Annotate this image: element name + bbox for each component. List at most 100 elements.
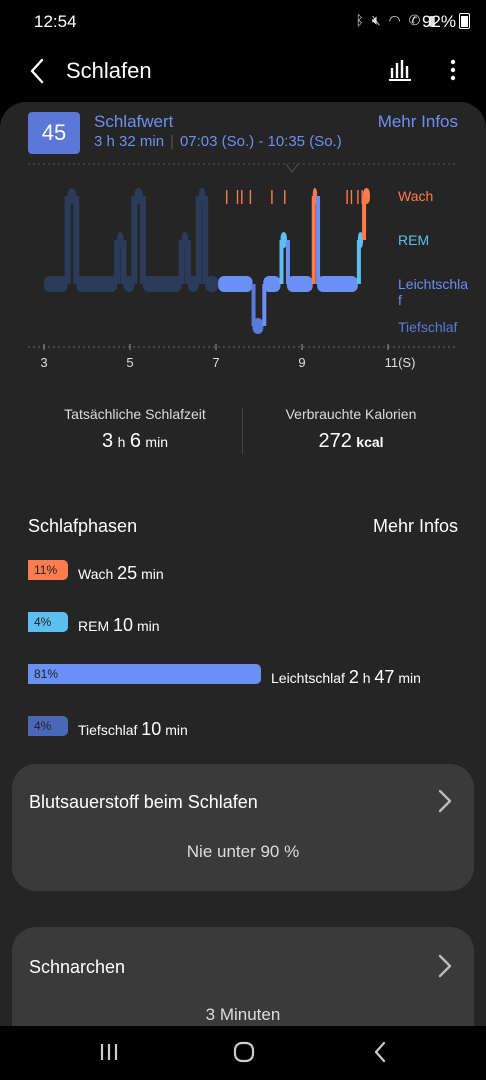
blood-oxygen-value: Nie unter 90 % bbox=[186, 842, 300, 861]
recents-button[interactable] bbox=[89, 1038, 129, 1068]
sleep-phases-title: Schlafphasen bbox=[28, 516, 138, 536]
snoring-title: Schnarchen bbox=[29, 957, 126, 977]
chart-legend: Wach REM Leichtschlaf Tiefschlaf bbox=[398, 188, 468, 335]
history-segment bbox=[76, 276, 118, 292]
chart-pointer bbox=[285, 163, 299, 173]
phases-more-info-link[interactable]: Mehr Infos bbox=[373, 516, 458, 537]
separator: | bbox=[170, 133, 174, 150]
calories-number: 272 bbox=[318, 430, 352, 452]
phase-row-rem: 4% REM 10 min bbox=[28, 612, 458, 636]
minutes-unit: min bbox=[145, 434, 168, 450]
phase-bar: 81% bbox=[28, 664, 261, 684]
sleep-duration: 3 h 32 min bbox=[94, 133, 165, 150]
legend-label-tiefschlaf: Tiefschlaf bbox=[398, 319, 458, 335]
phase-percent: 4% bbox=[34, 615, 52, 629]
phase-duration-value: 47 bbox=[374, 667, 395, 687]
actual-sleep-minutes: 6 bbox=[129, 430, 141, 452]
actual-sleep-hours: 3 bbox=[102, 430, 114, 452]
blood-oxygen-title: Blutsauerstoff beim Schlafen bbox=[29, 792, 258, 812]
chart-grid bbox=[28, 163, 458, 348]
chevron-left-icon bbox=[30, 58, 44, 84]
status-bar: 12:54 ᛒ 🔇︎ ◠ ✆ ▮ 92% bbox=[0, 0, 486, 44]
phase-duration-value: 25 bbox=[117, 563, 138, 583]
phase-duration-unit: min bbox=[136, 618, 160, 634]
calories-value: 272 kcal bbox=[244, 430, 458, 453]
phase-name: Leichtschlaf bbox=[271, 670, 345, 686]
more-vertical-icon bbox=[450, 59, 456, 81]
phase-label: Leichtschlaf 2 h 47 min bbox=[271, 667, 421, 688]
legend-label-wach: Wach bbox=[398, 188, 433, 204]
sleep-detail-sheet: 45 Schlafwert 3 h 32 min | 07:03 (So.) - 1… bbox=[0, 102, 486, 1026]
phase-duration-value: 2 bbox=[348, 667, 359, 687]
blood-oxygen-card[interactable]: Blutsauerstoff beim Schlafen Nie unter 9… bbox=[12, 764, 474, 891]
home-button[interactable] bbox=[224, 1038, 264, 1068]
phase-name: REM bbox=[78, 618, 110, 634]
snoring-card[interactable]: Schnarchen 3 Minuten bbox=[12, 927, 474, 1026]
back-button[interactable] bbox=[22, 54, 56, 88]
hours-unit: h bbox=[117, 434, 126, 450]
calories-stat: Verbrauchte Kalorien 272 kcal bbox=[244, 406, 458, 453]
stat-divider bbox=[242, 408, 243, 454]
app-bar: Schlafen bbox=[0, 44, 486, 100]
battery-percent: 92% bbox=[421, 12, 456, 31]
chart-segments bbox=[218, 188, 370, 334]
trends-button[interactable] bbox=[386, 56, 414, 84]
back-icon bbox=[374, 1041, 386, 1063]
x-tick-label: 7 bbox=[212, 355, 219, 370]
phase-duration-unit: min bbox=[398, 670, 421, 686]
chart-history-shadow bbox=[44, 188, 219, 292]
phase-row-tiefschlaf: 4% Tiefschlaf 10 min bbox=[28, 716, 458, 740]
chart-wake-ticks bbox=[226, 190, 363, 204]
score-more-info-link[interactable]: Mehr Infos bbox=[378, 112, 458, 132]
phase-duration-value: 10 bbox=[141, 719, 162, 739]
wifi-call-icon: ✆ bbox=[408, 12, 423, 28]
phase-duration-unit: h bbox=[362, 670, 371, 686]
phase-bar: 11% bbox=[28, 560, 68, 580]
chevron-right-icon bbox=[438, 789, 452, 813]
status-time: 12:54 bbox=[34, 12, 77, 31]
battery-indicator: 92% bbox=[422, 12, 470, 32]
phase-label: Wach 25 min bbox=[78, 563, 164, 584]
phase-percent: 81% bbox=[34, 667, 59, 681]
bar-chart-icon bbox=[389, 60, 411, 81]
sleep-score-badge: 45 bbox=[28, 112, 80, 154]
snoring-value: 3 Minuten bbox=[205, 1005, 281, 1024]
phase-name: Wach bbox=[78, 566, 114, 582]
history-segment bbox=[44, 276, 68, 292]
wifi-icon: ◠ bbox=[388, 12, 403, 28]
battery-icon bbox=[459, 13, 470, 29]
phase-label: Tiefschlaf 10 min bbox=[78, 719, 188, 740]
sleep-time-range: 07:03 (So.) - 10:35 (So.) bbox=[179, 133, 342, 150]
actual-sleep-label: Tatsächliche Schlafzeit bbox=[64, 406, 206, 422]
phase-name: Tiefschlaf bbox=[78, 722, 138, 738]
x-tick-label: 5 bbox=[126, 355, 133, 370]
phase-duration-unit: min bbox=[141, 566, 164, 582]
sleep-stage-chart[interactable]: 3 5 7 9 11(S) Wach REM Leichtschlaf Tiefschlaf bbox=[0, 154, 486, 424]
home-icon bbox=[233, 1041, 255, 1063]
actual-sleep-value: 3 h 6 min bbox=[28, 430, 242, 453]
calories-unit: kcal bbox=[356, 434, 384, 450]
x-tick-label: 3 bbox=[40, 355, 47, 370]
actual-sleep-stat: Tatsächliche Schlafzeit 3 h 6 min bbox=[28, 406, 242, 453]
phase-label: REM 10 min bbox=[78, 615, 160, 636]
phase-row-leichtschlaf: 81% Leichtschlaf 2 h 47 min bbox=[28, 664, 458, 688]
page-title: Schlafen bbox=[66, 58, 152, 83]
legend-label-leichtschlaf: Leichtschla bbox=[398, 276, 468, 292]
x-tick-label: 11(S) bbox=[385, 355, 416, 370]
chart-x-axis: 3 5 7 9 11(S) bbox=[40, 344, 415, 370]
system-back-button[interactable] bbox=[360, 1038, 400, 1068]
phase-bar: 4% bbox=[28, 612, 68, 632]
sleep-segment bbox=[286, 276, 313, 292]
phase-row-wach: 11% Wach 25 min bbox=[28, 560, 458, 584]
more-options-button[interactable] bbox=[446, 56, 460, 84]
phase-percent: 4% bbox=[34, 719, 52, 733]
sleep-score-label: Schlafwert bbox=[94, 112, 174, 131]
legend-label-rem: REM bbox=[398, 232, 429, 248]
history-segment bbox=[142, 276, 182, 292]
legend-label-leichtschlaf: f bbox=[398, 292, 402, 308]
x-tick-label: 9 bbox=[298, 355, 305, 370]
mute-icon: 🔇︎ bbox=[371, 12, 383, 28]
recents-icon bbox=[100, 1044, 118, 1060]
sleep-segment bbox=[317, 276, 358, 292]
sleep-segment bbox=[218, 276, 253, 292]
